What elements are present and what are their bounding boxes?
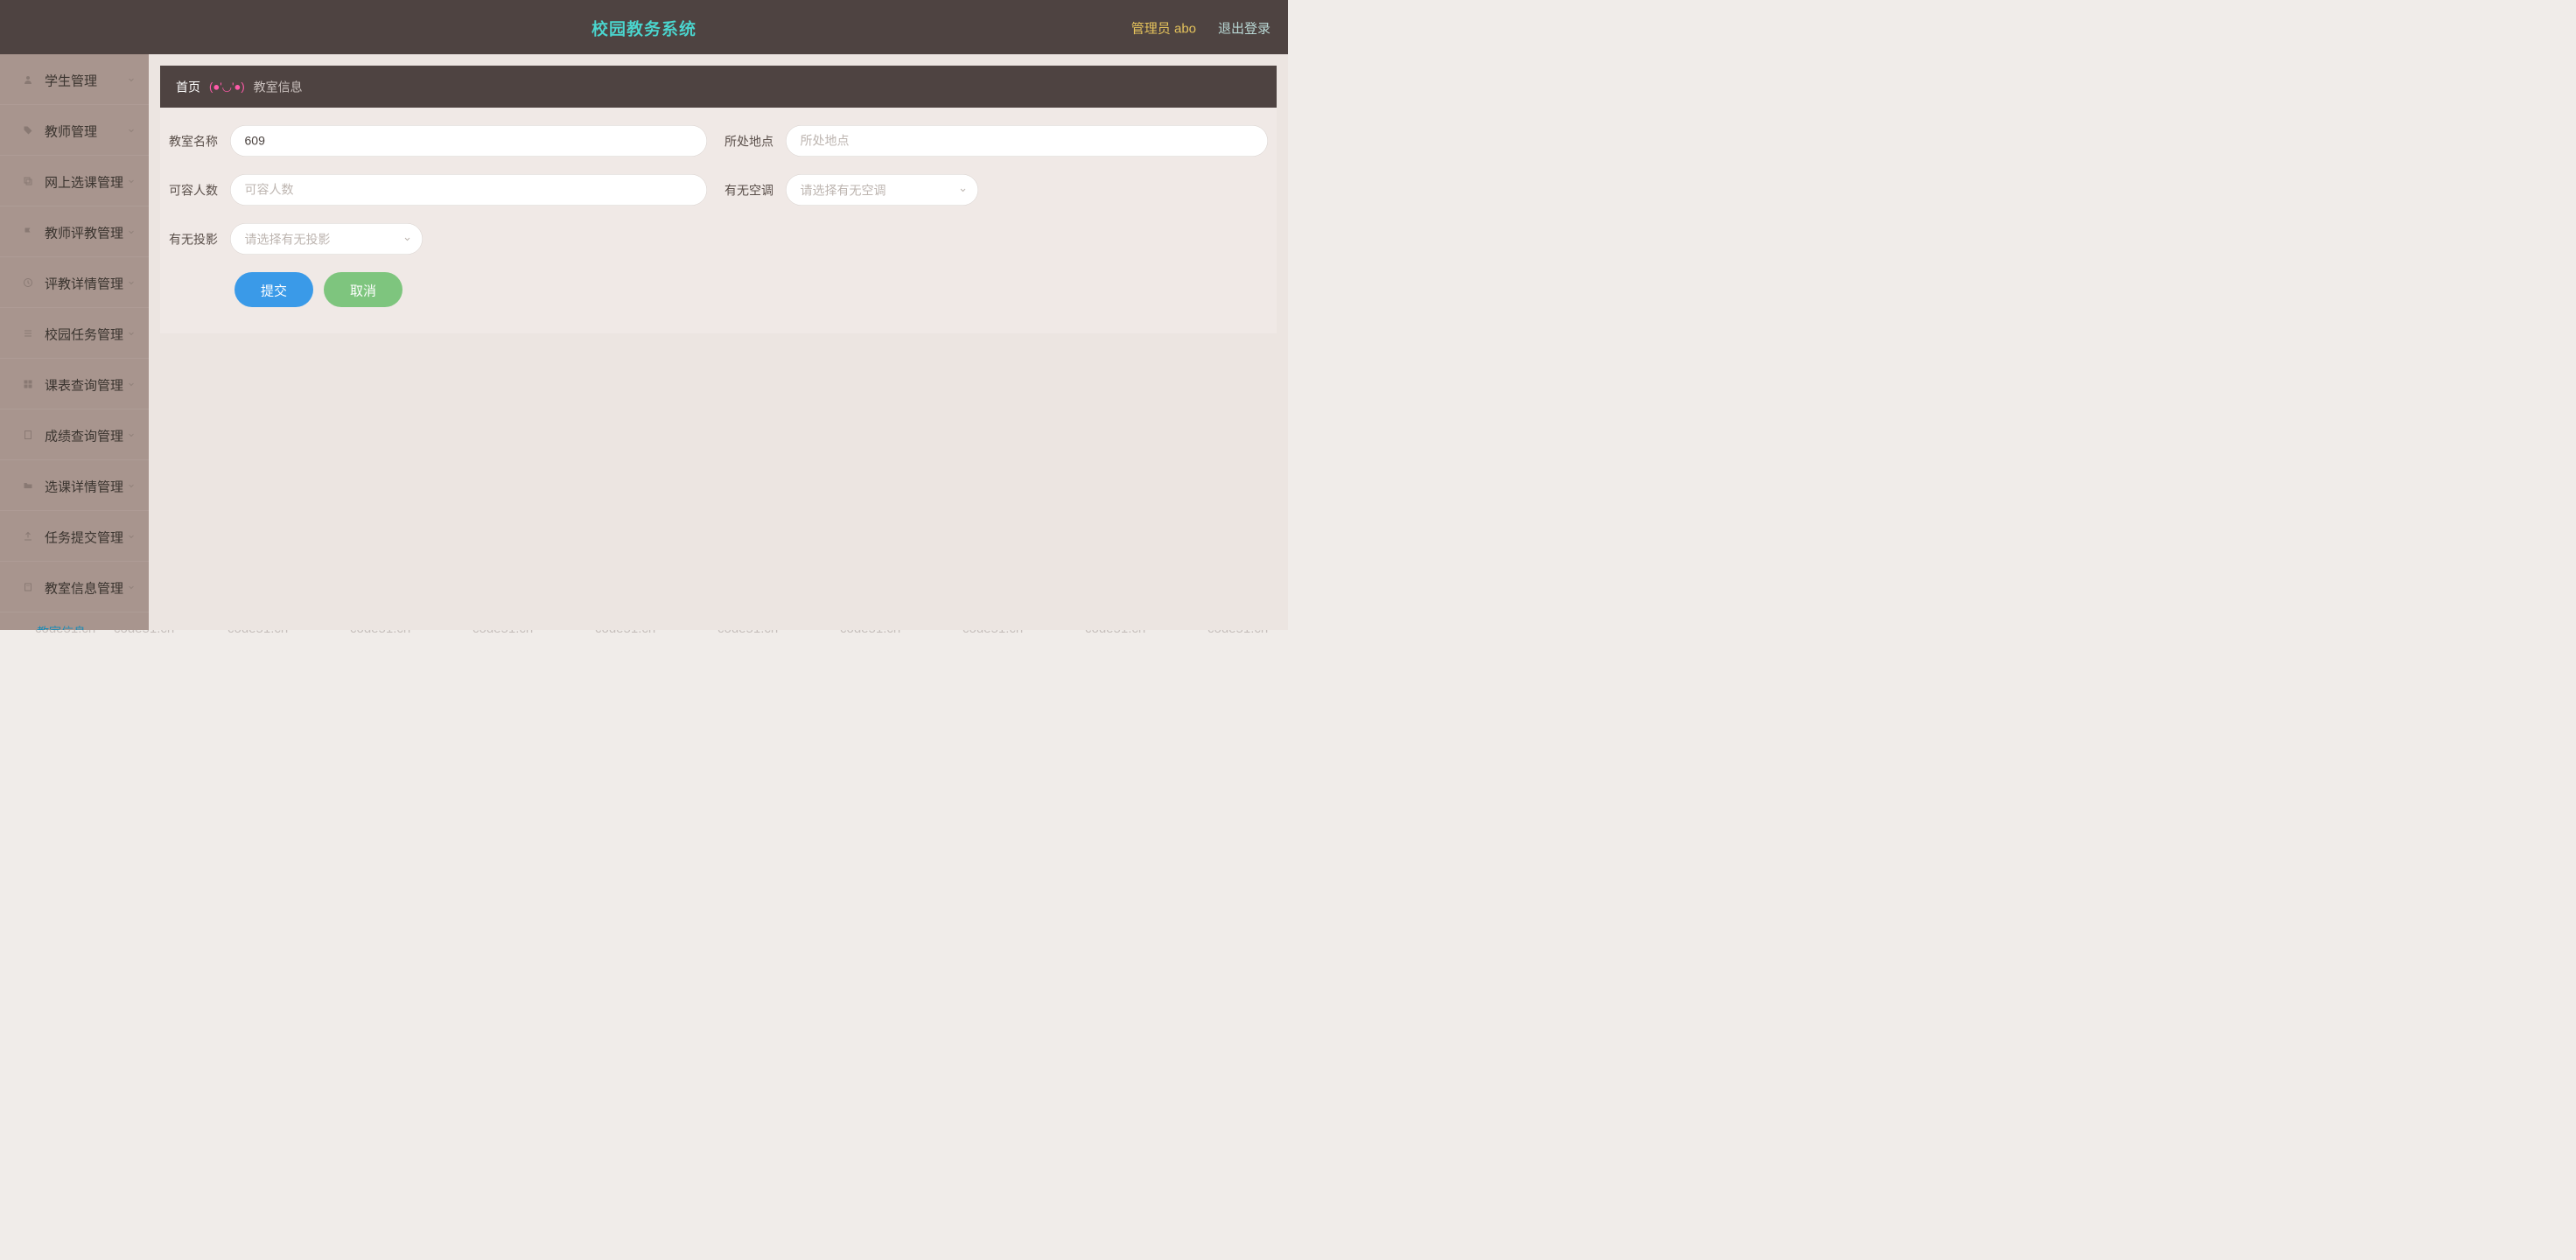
capacity-input[interactable] [230, 174, 707, 206]
submit-button[interactable]: 提交 [234, 272, 313, 307]
chevron-down-icon [403, 234, 412, 243]
capacity-label: 可容人数 [169, 181, 230, 199]
breadcrumb: 首页 (●'◡'●) 教室信息 [160, 66, 1277, 108]
sidebar-item-label: 学生管理 [45, 70, 97, 89]
flag-icon [22, 226, 34, 238]
field-location: 所处地点 [724, 125, 1268, 157]
grid-icon [22, 378, 34, 390]
form-row-1: 教室名称 所处地点 [169, 125, 1268, 157]
sidebar-item-teacher-eval[interactable]: 教师评教管理 [0, 206, 149, 257]
chevron-down-icon [959, 186, 968, 194]
sidebar: 学生管理 教师管理 网上选课管理 教师评教管理 评教详情管理 校园任务管理 [0, 54, 149, 630]
logout-link[interactable]: 退出登录 [1218, 18, 1270, 37]
ac-select-placeholder: 请选择有无空调 [801, 181, 886, 199]
breadcrumb-current: 教室信息 [254, 78, 303, 95]
location-label: 所处地点 [724, 132, 786, 150]
list-icon [22, 327, 34, 340]
sidebar-item-course-detail[interactable]: 选课详情管理 [0, 460, 149, 511]
clock-icon [22, 276, 34, 289]
field-projector: 有无投影 请选择有无投影 [169, 223, 423, 255]
top-right-links: 管理员 abo 退出登录 [1131, 18, 1270, 37]
sidebar-item-label: 校园任务管理 [45, 324, 123, 343]
chevron-down-icon [127, 278, 136, 287]
chevron-down-icon [127, 380, 136, 388]
top-bar: 校园教务系统 管理员 abo 退出登录 [0, 0, 1288, 54]
field-capacity: 可容人数 [169, 174, 707, 206]
user-icon [22, 74, 34, 86]
chevron-down-icon [127, 430, 136, 439]
form-row-2: 可容人数 有无空调 请选择有无空调 [169, 174, 1268, 206]
breadcrumb-emoji: (●'◡'●) [209, 80, 245, 94]
button-row: 提交 取消 [169, 272, 1268, 307]
admin-link[interactable]: 管理员 abo [1131, 18, 1196, 37]
chevron-down-icon [127, 532, 136, 541]
sidebar-item-student[interactable]: 学生管理 [0, 54, 149, 105]
room-name-label: 教室名称 [169, 132, 230, 150]
sidebar-item-label: 教室信息管理 [45, 578, 123, 597]
main-panel: 首页 (●'◡'●) 教室信息 教室名称 所处地点 可容人数 [149, 54, 1288, 630]
field-room-name: 教室名称 [169, 125, 707, 157]
sidebar-item-label: 选课详情管理 [45, 476, 123, 495]
doc-icon [22, 429, 34, 441]
copy-icon [22, 175, 34, 187]
ac-label: 有无空调 [724, 181, 786, 199]
chevron-down-icon [127, 126, 136, 135]
chevron-down-icon [127, 75, 136, 84]
chevron-down-icon [127, 583, 136, 592]
sidebar-item-eval-detail[interactable]: 评教详情管理 [0, 257, 149, 308]
sidebar-item-grade[interactable]: 成绩查询管理 [0, 410, 149, 460]
location-input[interactable] [786, 125, 1268, 157]
folder-icon [22, 480, 34, 492]
chevron-down-icon [127, 228, 136, 236]
breadcrumb-home[interactable]: 首页 [176, 78, 200, 95]
sidebar-item-label: 成绩查询管理 [45, 425, 123, 444]
sidebar-item-campus-task[interactable]: 校园任务管理 [0, 308, 149, 359]
projector-select-placeholder: 请选择有无投影 [245, 230, 331, 248]
app-title: 校园教务系统 [592, 15, 696, 39]
sidebar-item-label: 评教详情管理 [45, 273, 123, 292]
sidebar-item-label: 任务提交管理 [45, 527, 123, 546]
sidebar-item-teacher[interactable]: 教师管理 [0, 105, 149, 156]
sidebar-item-label: 网上选课管理 [45, 172, 123, 191]
sidebar-item-label: 教师评教管理 [45, 222, 123, 242]
tag-icon [22, 124, 34, 136]
field-ac: 有无空调 请选择有无空调 [724, 174, 978, 206]
sidebar-item-label: 课表查询管理 [45, 374, 123, 394]
projector-label: 有无投影 [169, 230, 230, 248]
sidebar-item-label: 教师管理 [45, 121, 97, 140]
ac-select[interactable]: 请选择有无空调 [786, 174, 978, 206]
sidebar-item-classroom[interactable]: 教室信息管理 [0, 562, 149, 612]
upload-icon [22, 530, 34, 542]
form-area: 教室名称 所处地点 可容人数 有无空调 请选择有无空调 [160, 108, 1277, 333]
sidebar-item-task-submit[interactable]: 任务提交管理 [0, 511, 149, 562]
main-container: 学生管理 教师管理 网上选课管理 教师评教管理 评教详情管理 校园任务管理 [0, 54, 1288, 630]
room-name-input[interactable] [230, 125, 707, 157]
chevron-down-icon [127, 177, 136, 186]
cancel-button[interactable]: 取消 [324, 272, 402, 307]
form-row-3: 有无投影 请选择有无投影 [169, 223, 1268, 255]
sidebar-sub-label: 教室信息 [37, 623, 86, 630]
sidebar-item-timetable[interactable]: 课表查询管理 [0, 359, 149, 410]
sidebar-sub-classroom-info[interactable]: 教室信息 [0, 612, 149, 630]
sidebar-item-course-select[interactable]: 网上选课管理 [0, 156, 149, 206]
building-icon [22, 581, 34, 593]
chevron-down-icon [127, 481, 136, 490]
projector-select[interactable]: 请选择有无投影 [230, 223, 423, 255]
chevron-down-icon [127, 329, 136, 338]
